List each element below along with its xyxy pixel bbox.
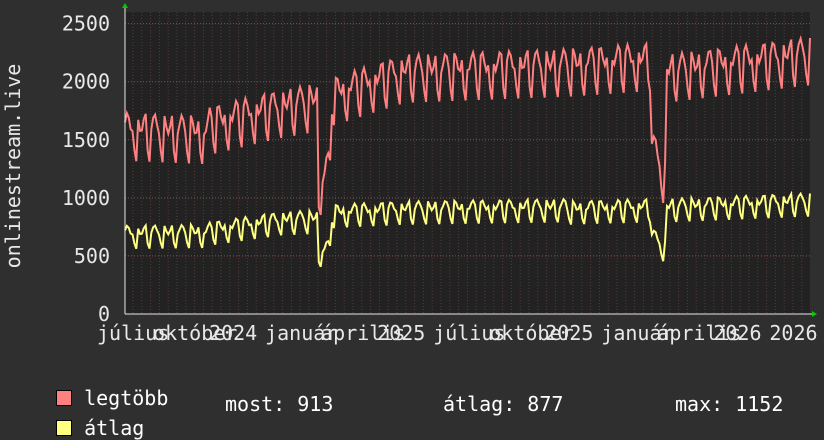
x-tick-label: 2024 bbox=[209, 321, 257, 345]
y-tick-label: 500 bbox=[74, 244, 110, 268]
stat-max-value: 1152 bbox=[735, 392, 784, 416]
y-tick-label: 2000 bbox=[62, 70, 110, 94]
stat-max: max: 1152 bbox=[675, 392, 783, 416]
x-tick-label: 2025 bbox=[545, 321, 593, 345]
stat-average-label: átlag: bbox=[443, 392, 516, 416]
y-axis-title: onlinestream.live bbox=[1, 64, 25, 269]
stat-now: most: 913 bbox=[225, 392, 333, 416]
stat-average: átlag: 877 bbox=[443, 392, 563, 416]
y-tick-label: 2500 bbox=[62, 12, 110, 36]
x-tick-label: 2025 bbox=[377, 321, 425, 345]
stat-now-label: most: bbox=[225, 392, 286, 416]
legend-avg: átlag bbox=[32, 392, 144, 440]
stat-max-label: max: bbox=[675, 392, 724, 416]
legend-avg-swatch bbox=[56, 420, 73, 436]
x-tick-label: 2026 bbox=[713, 321, 761, 345]
y-axis-arrow bbox=[122, 3, 128, 8]
y-tick-label: 1000 bbox=[62, 186, 110, 210]
stat-now-value: 913 bbox=[297, 392, 334, 416]
y-tick-label: 1500 bbox=[62, 128, 110, 152]
legend-avg-label: átlag bbox=[84, 416, 145, 440]
x-tick-label: 2026 bbox=[769, 321, 817, 345]
x-axis-arrow bbox=[812, 311, 817, 317]
stat-average-value: 877 bbox=[527, 392, 564, 416]
